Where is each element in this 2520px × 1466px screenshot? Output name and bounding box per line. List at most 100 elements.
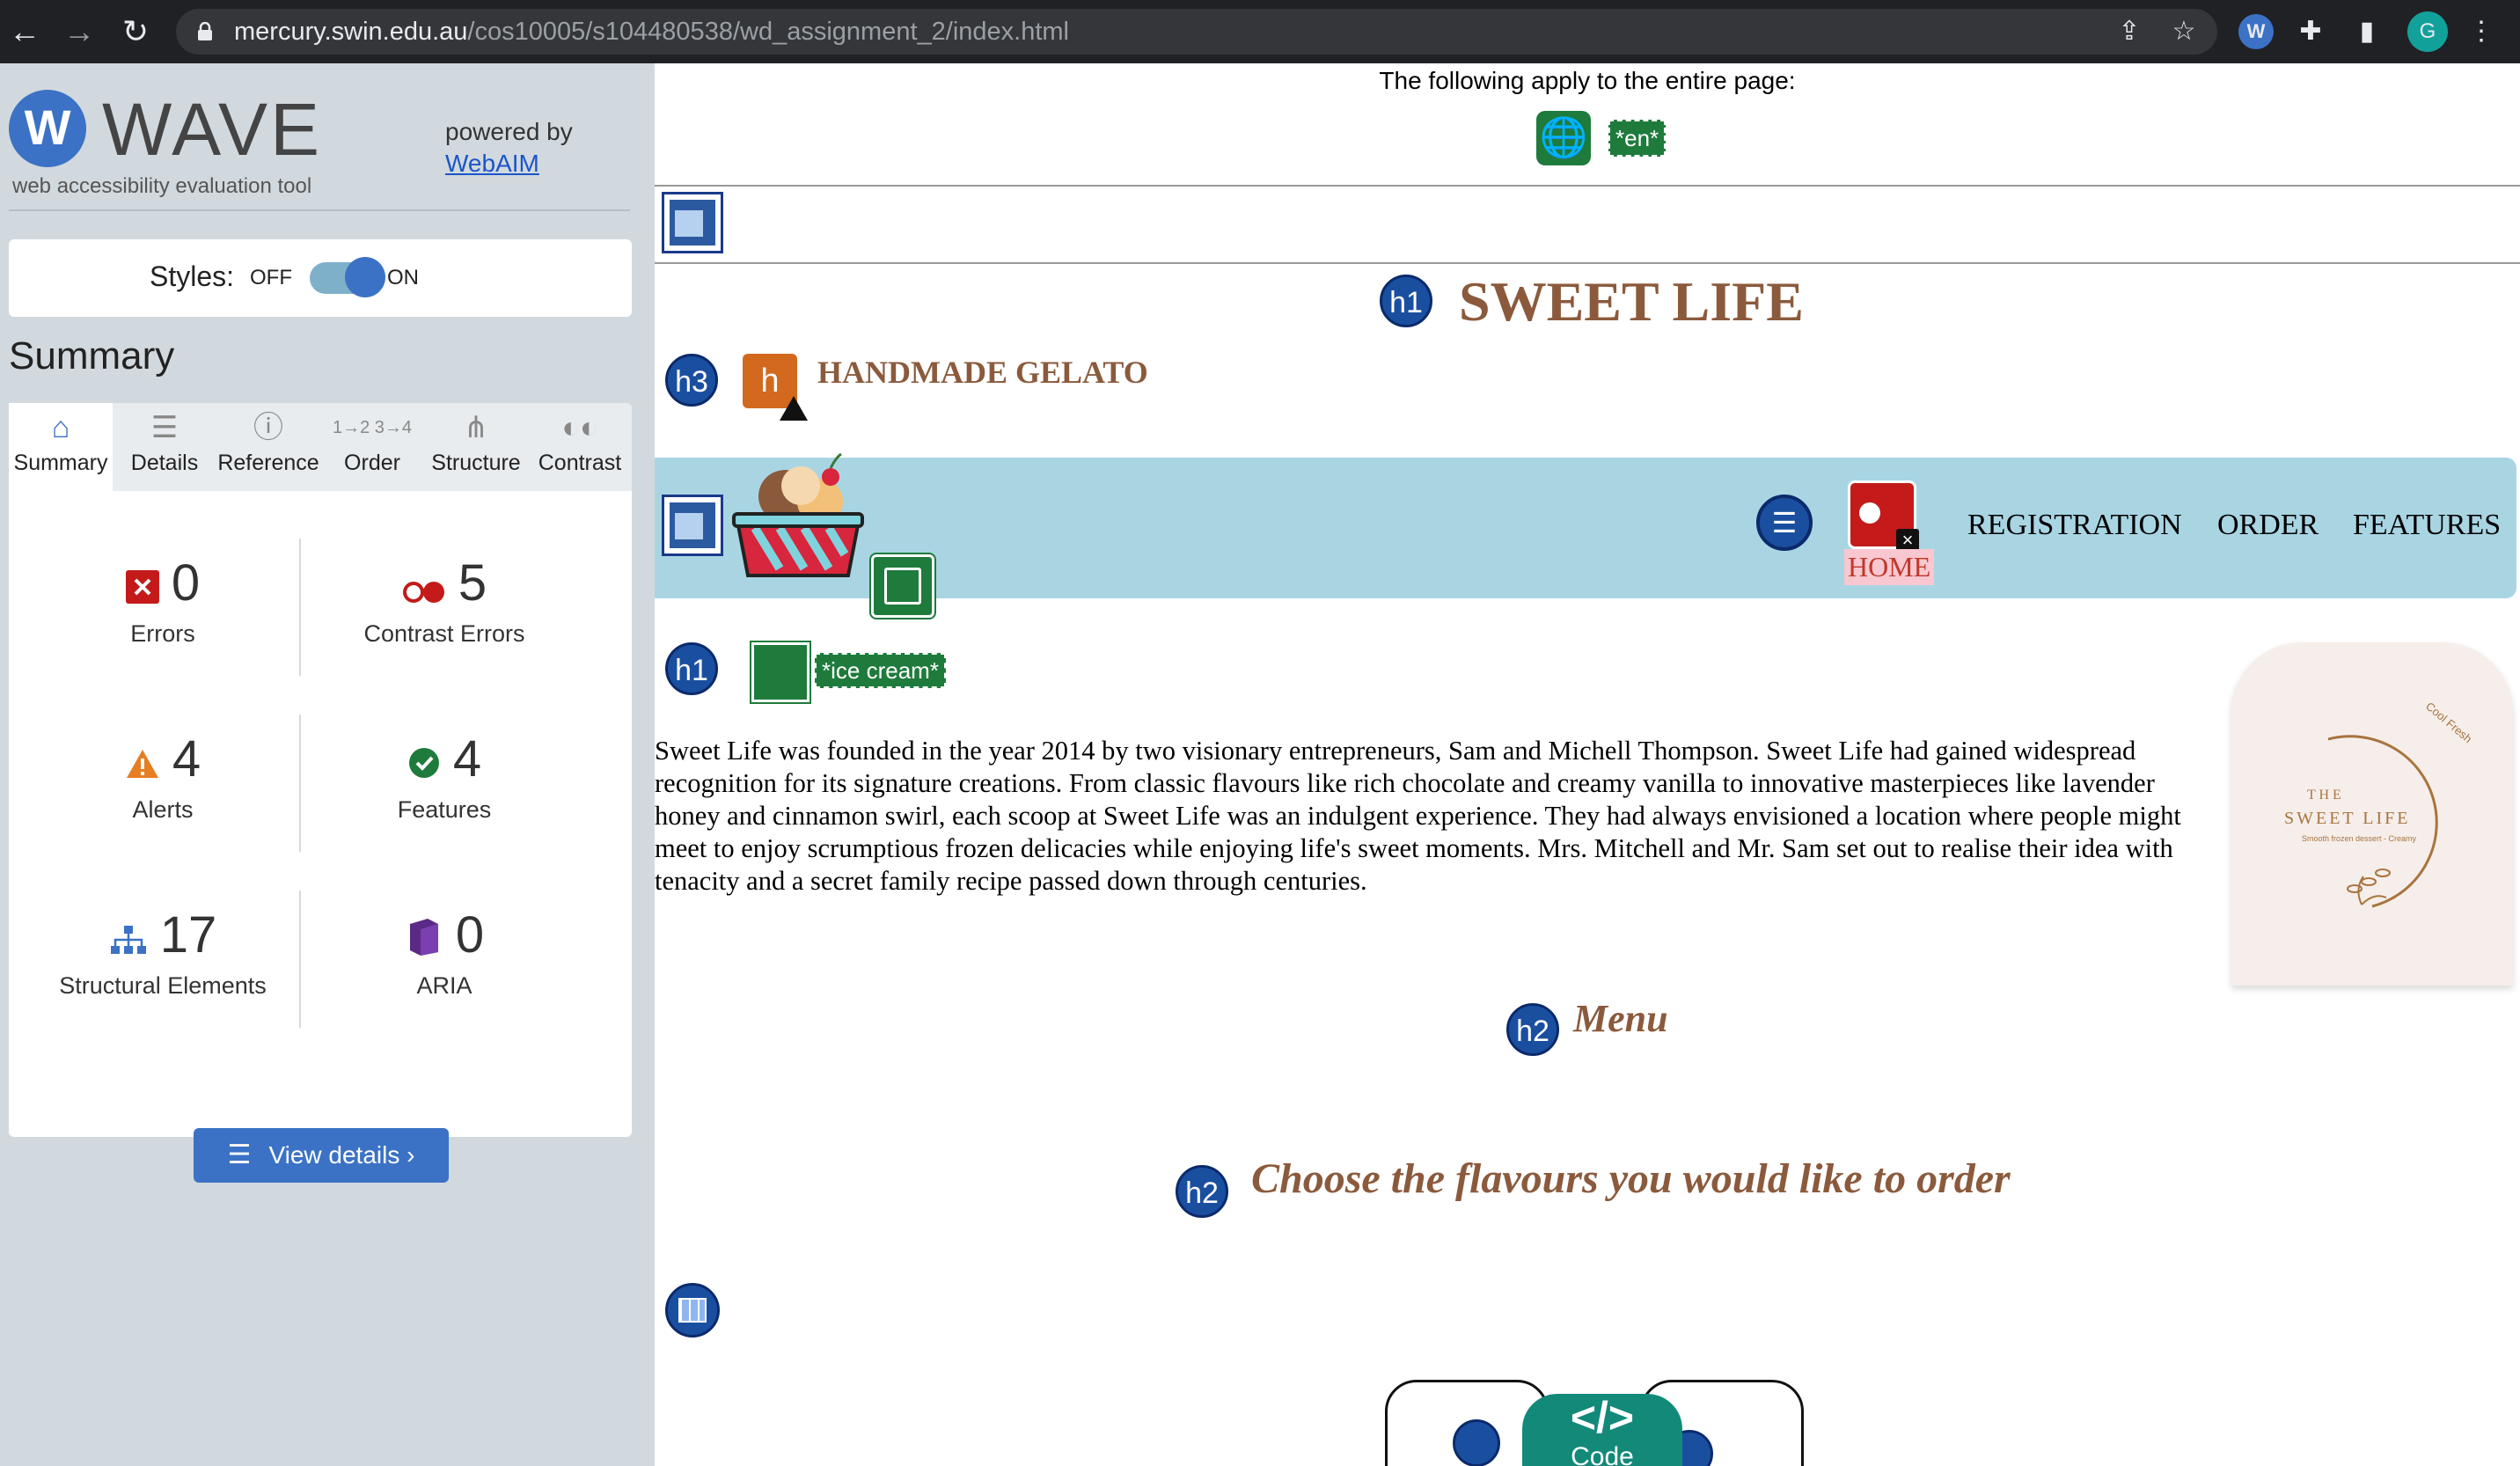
aria-label: ARIA (416, 971, 472, 999)
back-arrow-icon[interactable]: ← (7, 14, 42, 49)
ice-cream-basket-logo (732, 452, 864, 577)
aria-stat[interactable]: 0 ARIA (304, 905, 585, 1001)
choose-flavours-heading: Choose the flavours you would like to or… (1251, 1155, 2011, 1202)
page-wide-notice: The following apply to the entire page: (1379, 67, 1796, 94)
nav-link-registration[interactable]: REGISTRATION (1967, 509, 2182, 542)
styles-off-label: OFF (250, 266, 292, 290)
contrast-errors-label: Contrast Errors (363, 619, 525, 647)
skipped-heading-alert-icon[interactable]: h (743, 354, 808, 421)
alerts-stat[interactable]: 4 Alerts (22, 729, 304, 825)
styles-on-label: ON (387, 266, 419, 290)
features-label: Features (397, 795, 492, 823)
logo-name: SWEET LIFE (2284, 809, 2411, 828)
contrast-error-icon[interactable]: × (1848, 480, 1919, 552)
tab-reference[interactable]: ⓘ Reference (216, 403, 320, 491)
tab-label: Contrast (538, 451, 622, 475)
profile-avatar[interactable]: G (2407, 11, 2448, 52)
aria-icon (405, 908, 443, 970)
contrast-errors-count: 5 (304, 553, 585, 618)
h1-badge-icon[interactable]: h1 (1380, 275, 1432, 327)
alerts-count: 4 (22, 729, 304, 794)
about-paragraph: Sweet Life was founded in the year 2014 … (655, 735, 2181, 896)
structure-icon (109, 908, 148, 970)
browser-toolbar: ← → ↻ mercury.swin.edu.au/cos10005/s1044… (0, 0, 2520, 63)
code-icon: </> (1570, 1393, 1635, 1442)
powered-by: powered by WebAIM (445, 116, 573, 180)
errors-stat[interactable]: 0 Errors (22, 553, 304, 649)
lock-icon (198, 22, 212, 40)
h2-badge-icon[interactable]: h2 (1176, 1165, 1228, 1218)
alert-triangle-icon (780, 396, 808, 421)
extensions-puzzle-icon[interactable]: ✚ (2293, 14, 2328, 49)
language-tag[interactable]: *en* (1608, 120, 1667, 157)
forward-arrow-icon[interactable]: → (62, 14, 97, 49)
wave-logo-icon: W (9, 90, 86, 167)
code-toggle-button[interactable]: </> Code (1522, 1394, 1682, 1466)
table-structure-icon[interactable] (665, 1283, 720, 1338)
nav-link-order[interactable]: ORDER (2217, 509, 2319, 542)
contrast-errors-stat[interactable]: 5 Contrast Errors (304, 553, 585, 649)
tab-summary[interactable]: ⌂ Summary (9, 403, 113, 491)
error-icon (125, 556, 159, 618)
globe-language-icon[interactable]: 🌐 (1536, 111, 1591, 165)
tab-label: Summary (13, 451, 108, 475)
summary-heading: Summary (9, 334, 175, 377)
tab-label: Details (130, 451, 199, 475)
logo-tagline: Smooth frozen dessert - Creamy (2302, 834, 2417, 843)
view-details-button[interactable]: ☰ View details › (194, 1128, 449, 1183)
tab-details[interactable]: ☰ Details (113, 403, 216, 491)
list-structure-icon[interactable] (1756, 495, 1813, 551)
header-landmark-icon[interactable] (662, 495, 723, 556)
wave-extension-icon[interactable]: W (2238, 14, 2274, 49)
side-panel-icon[interactable]: ▮ (2349, 14, 2384, 49)
divider (9, 209, 630, 211)
wave-tabs: ⌂ Summary ☰ Details ⓘ Reference 1→2 3→4 … (9, 403, 632, 491)
url-text: mercury.swin.edu.au/cos10005/s104480538/… (234, 18, 1069, 46)
toggle-knob[interactable] (345, 257, 385, 297)
reload-icon[interactable]: ↻ (118, 14, 153, 49)
h1-badge-icon[interactable]: h1 (665, 642, 718, 695)
structure-icon: ⋔ (463, 411, 489, 444)
list-icon: ☰ (227, 1140, 252, 1169)
styles-toggle-card: Styles: OFF ON (9, 239, 632, 317)
errors-count: 0 (22, 553, 304, 618)
feature-check-icon (407, 732, 441, 794)
site-subtitle: HANDMADE GELATO (817, 355, 1148, 390)
nav-link-features[interactable]: FEATURES (2353, 509, 2501, 542)
address-bar[interactable]: mercury.swin.edu.au/cos10005/s104480538/… (176, 9, 2217, 55)
image-feature-icon[interactable] (869, 553, 936, 619)
styles-toggle[interactable] (310, 257, 385, 297)
table-structure-icon[interactable] (1453, 1419, 1500, 1466)
h3-badge-icon[interactable]: h3 (665, 354, 718, 407)
header-landmark-icon[interactable] (662, 192, 723, 253)
styles-label: Styles: (150, 260, 235, 292)
info-icon: ⓘ (253, 411, 283, 444)
bookmark-star-icon[interactable]: ☆ (2166, 14, 2201, 49)
wave-subtitle: web accessibility evaluation tool (12, 174, 312, 198)
code-label: Code (1571, 1442, 1634, 1466)
contrast-error-icon (402, 556, 446, 618)
errors-label: Errors (130, 619, 195, 647)
features-stat[interactable]: 4 Features (304, 729, 585, 825)
tab-order[interactable]: 1→2 3→4 Order (320, 403, 424, 491)
features-count: 4 (304, 729, 585, 794)
tab-structure[interactable]: ⋔ Structure (424, 403, 528, 491)
tab-label: Structure (431, 451, 521, 475)
h2-badge-icon[interactable]: h2 (1506, 1003, 1559, 1056)
sweet-life-logo: Cool Fresh T H E SWEET LIFE Smooth froze… (2284, 700, 2474, 908)
tab-label: Order (344, 451, 400, 475)
share-icon[interactable]: ⇪ (2112, 14, 2147, 49)
structural-elements-stat[interactable]: 17 Structural Elements (22, 905, 304, 1001)
alert-icon (125, 732, 160, 794)
home-icon: ⌂ (51, 411, 70, 444)
logo-arc-text: Cool Fresh (2423, 700, 2474, 745)
tab-contrast[interactable]: ◐◐ Contrast (528, 403, 632, 491)
webaim-link[interactable]: WebAIM (445, 148, 573, 180)
site-title: SWEET LIFE (1459, 270, 1804, 333)
image-feature-icon[interactable] (750, 641, 811, 704)
nav-link-home[interactable]: HOME (1844, 549, 1935, 585)
alt-text-tag[interactable]: *ice cream* (815, 653, 946, 688)
alerts-label: Alerts (132, 795, 194, 823)
structural-elements-count: 17 (22, 905, 304, 970)
browser-menu-icon[interactable]: ⋮ (2464, 14, 2499, 49)
